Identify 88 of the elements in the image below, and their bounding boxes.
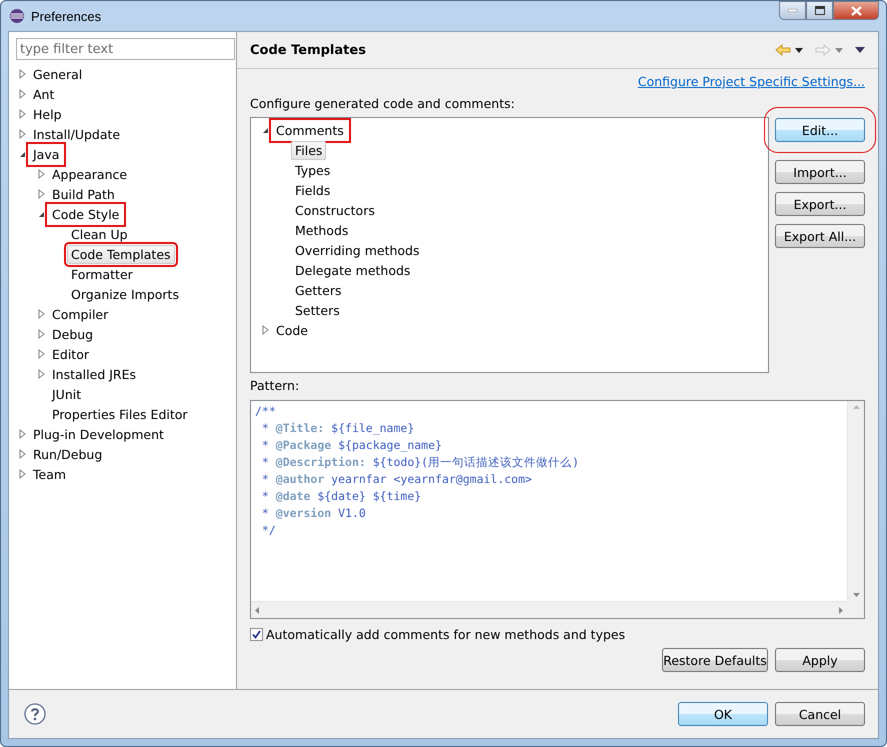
description-label: Configure generated code and comments: [250, 96, 516, 112]
tree-item[interactable]: Constructors [291, 200, 379, 220]
tree-item[interactable]: Overriding methods [291, 240, 424, 260]
expand-icon[interactable] [38, 349, 45, 359]
expand-icon[interactable] [19, 129, 26, 139]
expand-icon[interactable] [19, 429, 26, 439]
tree-item[interactable]: Comments [272, 120, 348, 140]
menu-icon[interactable] [855, 47, 865, 53]
scroll-down-icon[interactable] [852, 593, 860, 597]
minimize-button[interactable] [779, 1, 806, 20]
code-line: /** [255, 403, 277, 420]
dialog-button[interactable]: OK [678, 702, 768, 726]
dialog-button[interactable]: Cancel [775, 702, 865, 726]
vertical-scrollbar[interactable] [847, 401, 864, 601]
tree-item[interactable]: Team [29, 464, 70, 484]
expand-icon[interactable] [38, 329, 45, 339]
horizontal-scrollbar[interactable] [251, 601, 847, 618]
tree-item[interactable]: Code Style [48, 204, 124, 224]
tree-item[interactable]: Types [291, 160, 334, 180]
code-line: */ [260, 522, 277, 539]
tree-item[interactable]: General [29, 64, 86, 84]
scroll-right-icon[interactable] [839, 606, 843, 614]
close-icon[interactable] [850, 6, 862, 16]
expand-icon[interactable] [19, 469, 26, 479]
tree-item[interactable]: Code [272, 320, 312, 340]
expand-icon[interactable] [19, 69, 26, 79]
tree-item[interactable]: Ant [29, 84, 58, 104]
help-icon[interactable] [24, 703, 46, 725]
code-line: *@Package ${package_name} [260, 437, 443, 454]
expand-icon[interactable] [19, 89, 26, 99]
app-icon [9, 8, 25, 24]
side-button[interactable]: Export... [775, 192, 865, 216]
code-line: *@date ${date} ${time} [260, 488, 422, 505]
tree-item[interactable]: Formatter [67, 264, 137, 284]
checkbox[interactable] [250, 628, 263, 641]
tree-item[interactable]: Files [291, 140, 326, 160]
tree-item[interactable]: Methods [291, 220, 352, 240]
collapse-icon[interactable] [262, 126, 269, 134]
code-line: *@Title: ${file_name} [260, 420, 416, 437]
expand-icon[interactable] [38, 369, 45, 379]
minimize-icon[interactable] [788, 9, 797, 12]
tree-item[interactable]: Fields [291, 180, 334, 200]
page-title: Code Templates [250, 42, 366, 58]
side-button[interactable]: Edit... [775, 118, 865, 142]
tree-item[interactable]: Clean Up [67, 224, 132, 244]
tree-item[interactable]: Run/Debug [29, 444, 106, 464]
tree-item[interactable]: Plug-in Development [29, 424, 168, 444]
code-line: *@Description: ${todo}(用一句话描述该文件做什么) [260, 454, 580, 471]
tree-item[interactable]: Installed JREs [48, 364, 140, 384]
scroll-left-icon[interactable] [255, 606, 259, 614]
window-title: Preferences [31, 8, 102, 24]
tree-item[interactable]: JUnit [48, 384, 86, 404]
code-line: *@author yearnfar <yearnfar@gmail.com> [260, 471, 533, 488]
tree-item[interactable]: Delegate methods [291, 260, 414, 280]
tree-item[interactable]: Debug [48, 324, 98, 344]
tree-item[interactable]: Setters [291, 300, 344, 320]
tree-item[interactable]: Organize Imports [67, 284, 183, 304]
pattern-editor[interactable]: /** *@Title: ${file_name} *@Package ${package_name} *@Description: ${todo}(用一句话描述该文件做什么) *@author yearnfar <yearnfar@gmail.com> *@date ${date} ${time} *@version V1.0 */ [250, 400, 865, 619]
page-button[interactable]: Restore Defaults [662, 648, 768, 672]
project-settings-link[interactable]: Configure Project Specific Settings... [638, 74, 865, 89]
tree-item[interactable]: Help [29, 104, 66, 124]
expand-icon[interactable] [38, 169, 45, 179]
tree-item[interactable]: Getters [291, 280, 346, 300]
close-button[interactable] [833, 1, 879, 20]
expand-icon[interactable] [19, 449, 26, 459]
expand-icon[interactable] [262, 325, 269, 335]
collapse-icon[interactable] [19, 150, 26, 158]
code-line: *@version V1.0 [260, 505, 367, 522]
expand-icon[interactable] [38, 309, 45, 319]
tree-item[interactable]: Appearance [48, 164, 132, 184]
dropdown-icon[interactable] [795, 48, 803, 52]
page-button[interactable]: Apply [775, 648, 865, 672]
collapse-icon[interactable] [38, 210, 45, 218]
tree-item[interactable]: Build Path [48, 184, 119, 204]
checkbox-label[interactable]: Automatically add comments for new methods and types [266, 627, 626, 642]
tree-item[interactable]: Install/Update [29, 124, 124, 144]
pattern-label: Pattern: [250, 378, 300, 394]
tree-item[interactable]: Editor [48, 344, 93, 364]
expand-icon[interactable] [19, 109, 26, 119]
side-button[interactable]: Export All... [775, 224, 865, 248]
expand-icon[interactable] [38, 189, 45, 199]
tree-item[interactable]: Properties Files Editor [48, 404, 192, 424]
maximize-button[interactable] [806, 1, 833, 20]
tree-item[interactable]: Compiler [48, 304, 112, 324]
side-button[interactable]: Import... [775, 160, 865, 184]
maximize-icon[interactable] [814, 6, 824, 15]
filter-field[interactable]: type filter text [16, 38, 235, 60]
tree-item[interactable]: Java [29, 144, 64, 164]
